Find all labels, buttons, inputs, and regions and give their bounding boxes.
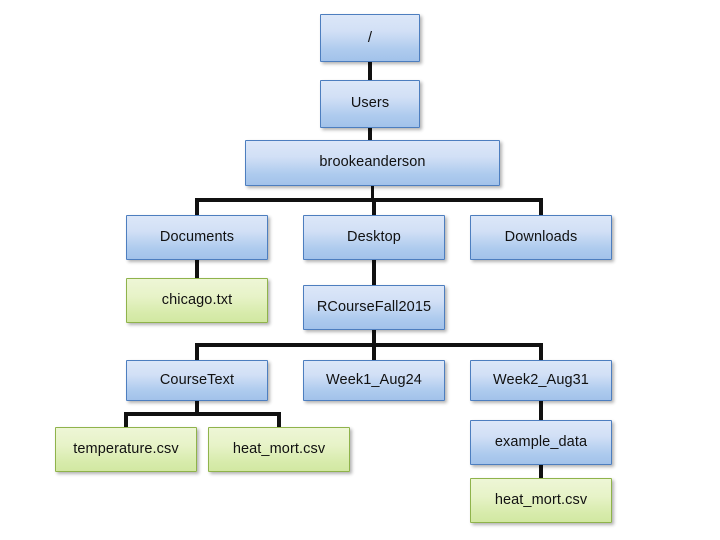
node-label: RCourseFall2015 (316, 298, 432, 315)
file-tree-diagram: / Users brookeanderson Documents Desktop Down… (0, 0, 720, 540)
folder-node-documents[interactable]: Documents (126, 215, 268, 260)
node-label: Users (350, 95, 390, 112)
node-label: heat_mort.csv (232, 440, 326, 457)
node-label: / (367, 28, 373, 46)
node-label: example_data (494, 433, 588, 450)
connector-drop-rcourse-week2 (539, 343, 543, 361)
connector-drop-rcourse-week1 (372, 343, 376, 361)
connector-drop-rcourse-coursetext (195, 343, 199, 361)
connector-bus-brooke (195, 198, 543, 202)
connector-drop-brooke-documents (195, 198, 199, 216)
connector-desktop-rcourse (372, 260, 376, 286)
connector-week2-exampledata (539, 401, 543, 421)
folder-node-root[interactable]: / (320, 14, 420, 62)
connector-drop-brooke-desktop (372, 198, 376, 216)
connector-drop-brooke-downloads (539, 198, 543, 216)
connector-bus-coursetext (124, 412, 281, 416)
node-label: Desktop (347, 228, 401, 245)
node-label: Downloads (504, 228, 578, 245)
folder-node-week2[interactable]: Week2_Aug31 (470, 360, 612, 401)
connector-exampledata-heatmort_ed (539, 465, 543, 479)
file-node-temperature[interactable]: temperature.csv (55, 427, 197, 472)
node-label: Documents (159, 228, 235, 245)
file-node-heatmort_ct[interactable]: heat_mort.csv (208, 427, 350, 472)
node-label: heat_mort.csv (494, 491, 588, 508)
node-label: chicago.txt (161, 291, 233, 308)
node-label: brookeanderson (319, 154, 426, 171)
folder-node-rcourse[interactable]: RCourseFall2015 (303, 285, 445, 330)
folder-node-brooke[interactable]: brookeanderson (245, 140, 500, 186)
connector-drop-coursetext-heatmort_ct (277, 412, 281, 428)
folder-node-week1[interactable]: Week1_Aug24 (303, 360, 445, 401)
folder-node-users[interactable]: Users (320, 80, 420, 128)
node-label: Week1_Aug24 (326, 371, 422, 388)
node-label: CourseText (159, 371, 235, 388)
node-label: temperature.csv (73, 440, 179, 457)
folder-node-downloads[interactable]: Downloads (470, 215, 612, 260)
folder-node-desktop[interactable]: Desktop (303, 215, 445, 260)
folder-node-coursetext[interactable]: CourseText (126, 360, 268, 401)
connector-documents-chicago (195, 260, 199, 279)
file-node-chicago[interactable]: chicago.txt (126, 278, 268, 323)
folder-node-exampledata[interactable]: example_data (470, 420, 612, 465)
file-node-heatmort_ed[interactable]: heat_mort.csv (470, 478, 612, 523)
connector-root-users (368, 62, 372, 81)
connector-bus-rcourse (195, 343, 543, 347)
connector-drop-coursetext-temperature (124, 412, 128, 428)
node-label: Week2_Aug31 (493, 371, 589, 388)
